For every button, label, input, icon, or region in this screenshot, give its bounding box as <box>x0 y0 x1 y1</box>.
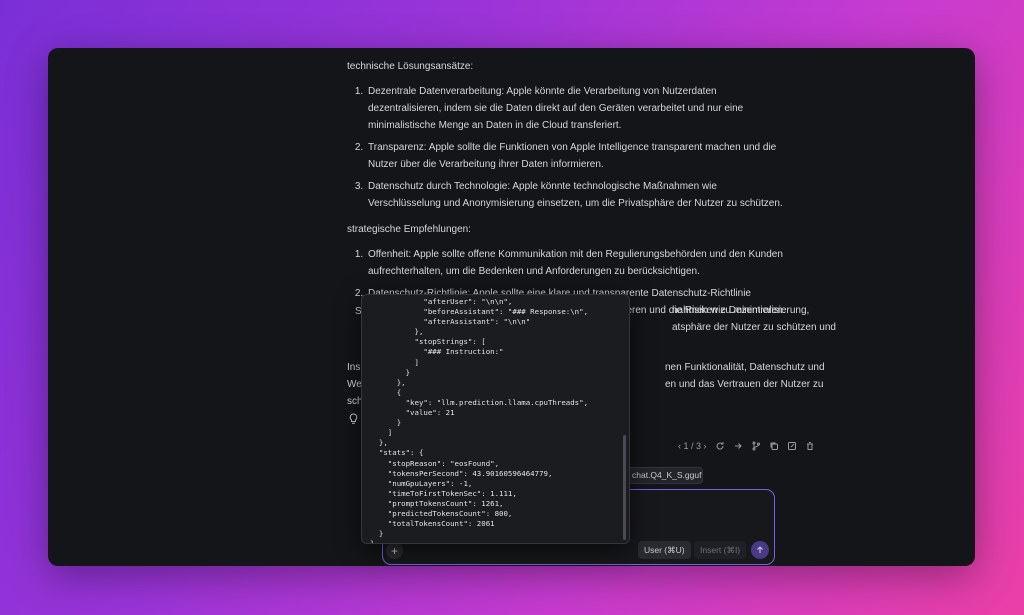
list-item: Transparenz: Apple sollte die Funktionen… <box>366 139 787 173</box>
list-item: Dezentrale Datenverarbeitung: Apple könn… <box>366 83 787 134</box>
send-icon[interactable] <box>751 541 769 559</box>
model-chip-label: chat.Q4_K_S.gguf <box>632 470 702 480</box>
list-item: Datenschutz durch Technologie: Apple kön… <box>366 178 787 212</box>
regenerate-icon[interactable] <box>715 441 725 451</box>
conclusion-partial: nen Funktionalität, Datenschutz und <box>665 362 825 373</box>
model-chip[interactable]: chat.Q4_K_S.gguf <box>625 467 703 484</box>
lightbulb-icon[interactable] <box>348 413 359 428</box>
stats-json-popover[interactable]: "afterUser": "\n\n", "beforeAssistant": … <box>361 294 630 544</box>
continue-icon[interactable] <box>733 441 743 451</box>
copy-icon[interactable] <box>769 441 779 451</box>
delete-icon[interactable] <box>805 441 815 451</box>
message-toolbar: ‹ 1 / 3 › <box>678 439 815 453</box>
section-title-technical: technische Lösungsansätze: <box>347 61 474 72</box>
list-item-partial-line: nahmen wie Dezentralisierung, <box>672 305 810 316</box>
list-item-partial-line: atsphäre der Nutzer zu schützen und <box>672 322 836 333</box>
user-role-button[interactable]: User (⌘U) <box>638 541 691 559</box>
insert-button[interactable]: Insert (⌘I) <box>694 541 747 559</box>
popover-scrollbar[interactable] <box>623 435 626 540</box>
assistant-message: technische Lösungsansätze: Dezentrale Da… <box>347 48 836 407</box>
list-item: Offenheit: Apple sollte offene Kommunika… <box>366 246 787 280</box>
add-attachment-button[interactable]: + <box>386 542 403 559</box>
section-title-strategic: strategische Empfehlungen: <box>347 224 471 235</box>
version-pager[interactable]: ‹ 1 / 3 › <box>678 441 707 451</box>
branch-icon[interactable] <box>751 441 761 451</box>
technical-list: Dezentrale Datenverarbeitung: Apple könn… <box>347 83 787 212</box>
stats-json-text: "afterUser": "\n\n", "beforeAssistant": … <box>370 297 589 544</box>
conclusion-partial: en und das Vertrauen der Nutzer zu <box>665 379 824 390</box>
edit-icon[interactable] <box>787 441 797 451</box>
plus-icon: + <box>390 543 398 558</box>
